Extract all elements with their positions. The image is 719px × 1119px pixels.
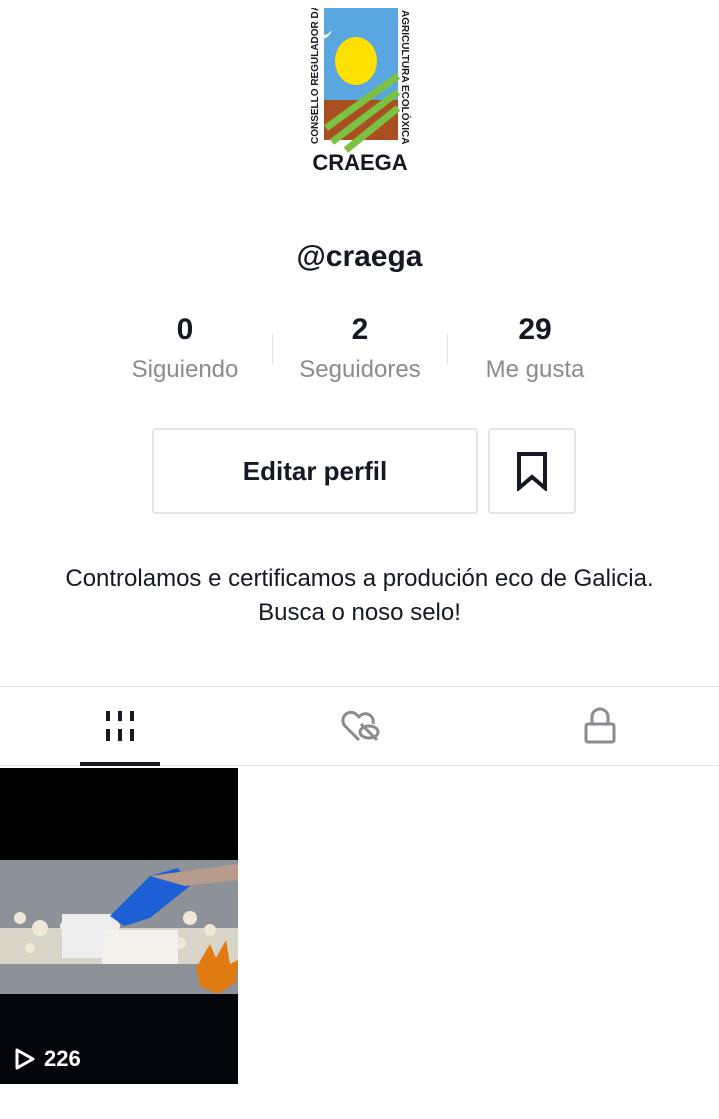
stat-following-count: 0 xyxy=(176,313,194,346)
profile-username: @craega xyxy=(296,240,423,273)
play-icon xyxy=(15,1048,35,1070)
video-view-count: 226 xyxy=(14,1046,81,1072)
tab-videos[interactable] xyxy=(0,687,240,766)
profile-logo: CONSELLO REGULADOR DA AGRICULTURA ECOLÓX… xyxy=(304,4,414,175)
private-lock-icon xyxy=(584,707,616,744)
stat-likes-label: Me gusta xyxy=(485,356,585,383)
tab-active-indicator xyxy=(80,762,160,766)
logo-right-text: AGRICULTURA ECOLÓXICA xyxy=(399,10,412,144)
stat-following-label: Siguiendo xyxy=(131,356,239,383)
video-views-text: 226 xyxy=(44,1046,81,1071)
stat-likes[interactable]: 29 Me gusta xyxy=(440,312,630,384)
stat-followers-label: Seguidores xyxy=(299,356,421,383)
liked-hidden-icon xyxy=(341,710,380,742)
logo-left-text: CONSELLO REGULADOR DA xyxy=(310,8,321,144)
edit-profile-button[interactable]: Editar perfil xyxy=(152,428,478,514)
bookmark-icon xyxy=(517,452,547,491)
stat-followers[interactable]: 2 Seguidores xyxy=(265,312,455,384)
profile-tabs xyxy=(0,686,719,766)
video-thumbnail-image xyxy=(0,768,238,1084)
tab-private[interactable] xyxy=(480,687,719,765)
favorites-button[interactable] xyxy=(488,428,576,514)
profile-bio: Controlamos e certificamos a produción e… xyxy=(65,565,654,626)
stat-following[interactable]: 0 Siguiendo xyxy=(90,312,280,384)
tab-liked[interactable] xyxy=(240,687,480,765)
stat-followers-count: 2 xyxy=(351,313,369,346)
video-thumbnail[interactable]: 226 xyxy=(0,768,238,1084)
logo-brand-text: CRAEGA xyxy=(312,150,407,174)
profile-stats: 0 Siguiendo 2 Seguidores 29 Me gusta xyxy=(0,312,719,392)
videos-grid-icon xyxy=(106,711,134,741)
stat-likes-count: 29 xyxy=(518,313,552,346)
